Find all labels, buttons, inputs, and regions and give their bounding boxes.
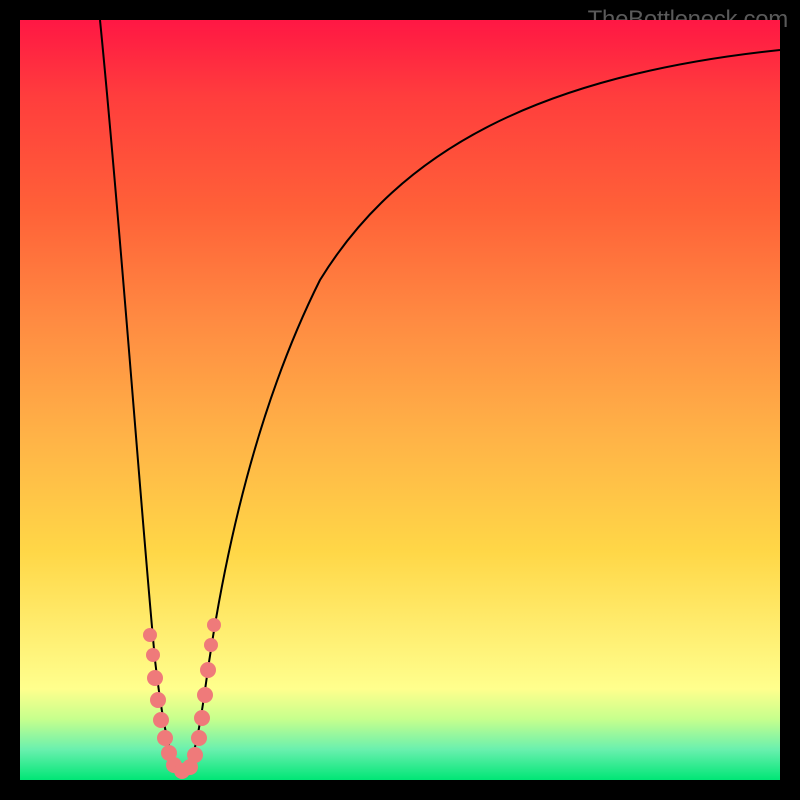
data-marker — [157, 730, 173, 746]
data-marker — [200, 662, 216, 678]
data-marker — [197, 687, 213, 703]
data-marker — [146, 648, 160, 662]
data-marker — [147, 670, 163, 686]
curve-left — [100, 20, 185, 772]
data-marker — [150, 692, 166, 708]
data-marker — [187, 747, 203, 763]
data-marker — [153, 712, 169, 728]
data-marker — [191, 730, 207, 746]
data-marker — [207, 618, 221, 632]
marker-group — [143, 618, 221, 779]
chart-svg — [20, 20, 780, 780]
chart-container: TheBottleneck.com — [0, 0, 800, 800]
data-marker — [204, 638, 218, 652]
curve-right — [185, 50, 780, 772]
data-marker — [194, 710, 210, 726]
plot-area — [20, 20, 780, 780]
data-marker — [143, 628, 157, 642]
